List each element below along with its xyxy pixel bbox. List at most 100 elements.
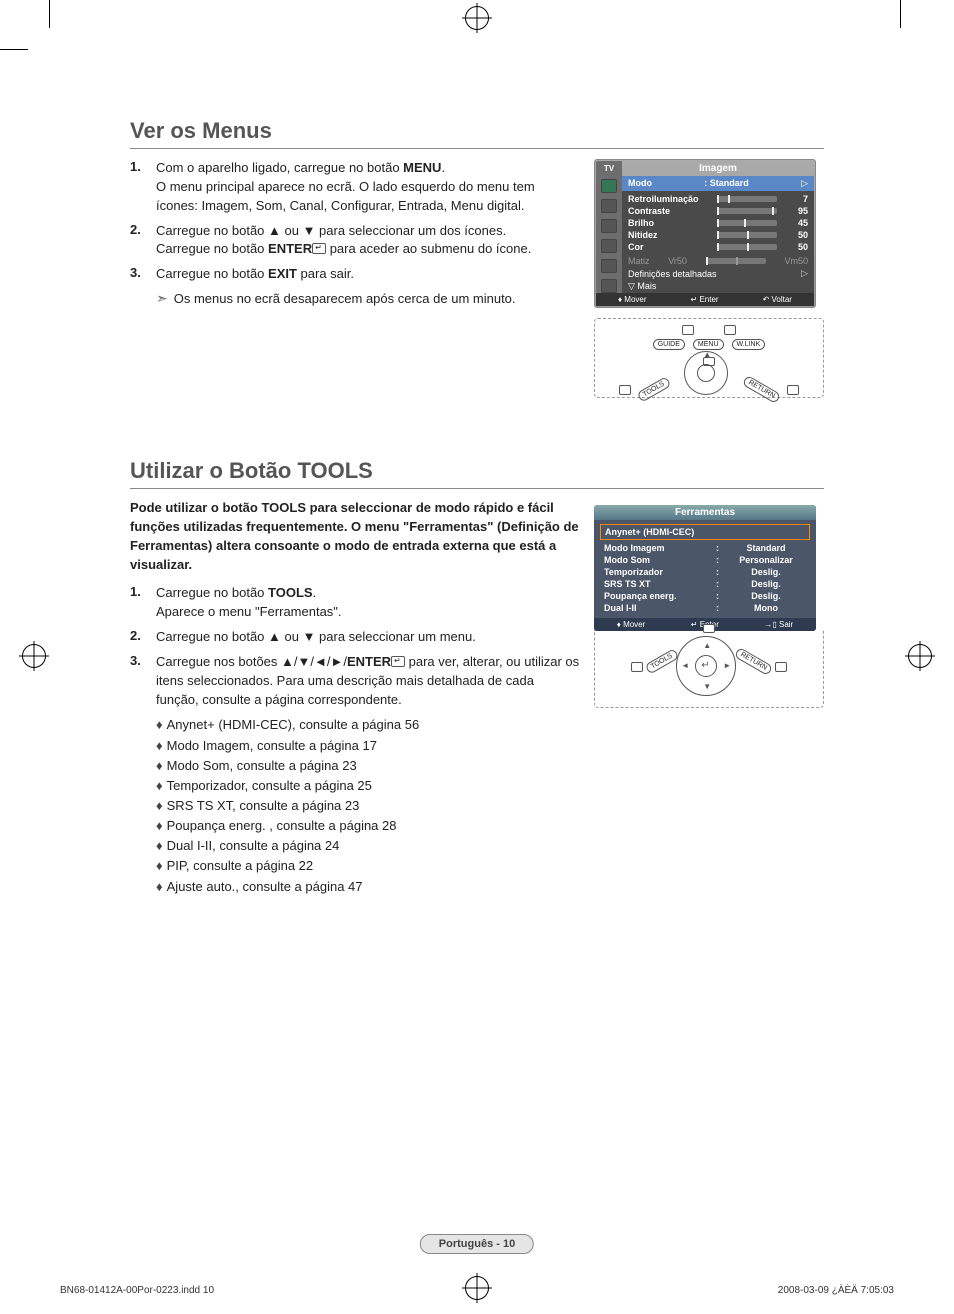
slider-icon [717,220,777,226]
remote-btn-icon [631,662,643,672]
crop-mark [49,0,50,28]
osd-col: Ferramentas Anynet+ (HDMI-CEC) Modo Imag… [594,499,824,897]
reference-list: ♦Anynet+ (HDMI-CEC), consulte a página 5… [156,715,580,896]
osd-tools-menu: Ferramentas Anynet+ (HDMI-CEC) Modo Imag… [594,505,816,631]
slider-matiz [706,258,766,264]
reference-item: ♦Anynet+ (HDMI-CEC), consulte a página 5… [156,715,580,735]
slider-icon [717,232,777,238]
more-label: ▽ Mais [628,281,656,292]
page-content: Ver os Menus 1.Com o aparelho ligado, ca… [130,118,824,1274]
slider-icon [717,208,777,214]
osd-slider-row: Contraste95 [622,205,814,217]
matiz-label: Matiz [628,256,650,266]
intro-text: Pode utilizar o botão TOOLS para selecci… [130,499,580,574]
registration-mark-icon [22,644,46,668]
return-button: RETURN [742,375,781,404]
foot-exit: →▯ Sair [764,620,793,629]
tools-button: TOOLS [644,648,679,674]
osd-title: Ferramentas [594,505,816,520]
osd-slider-row: Brilho45 [622,217,814,229]
return-button: RETURN [734,647,773,676]
diamond-icon: ♦ [156,838,163,853]
step-body: Carregue no botão TOOLS.Aparece o menu "… [156,584,342,622]
step-body: Carregue no botão ▲ ou ▼ para selecciona… [156,628,476,647]
footer-right: 2008-03-09 ¿ÀÈÄ 7:05:03 [778,1285,894,1296]
remote-btn-icon [787,385,799,395]
footer: BN68-01412A-00Por-0223.indd 10 2008-03-0… [60,1285,894,1296]
crop-mark [900,0,901,28]
note-icon: ➣ [156,290,168,309]
mode-value: : Standard [704,178,749,189]
tv-label: TV [604,164,614,173]
osd-tools-row: Modo Som:Personalizar [604,554,806,566]
nav-wheel-icon: ▲ [684,351,728,395]
footer-left: BN68-01412A-00Por-0223.indd 10 [60,1285,214,1296]
osd-tools-row: SRS TS XT:Deslig. [604,578,806,590]
diamond-icon: ♦ [156,858,163,873]
reference-item: ♦Poupança energ. , consulte a página 28 [156,816,580,836]
osd-tools-row: Temporizador:Deslig. [604,566,806,578]
osd-tools-row: Dual I-II:Mono [604,602,806,614]
step-body: Com o aparelho ligado, carregue no botão… [156,159,580,216]
remote-btn-icon [682,325,694,335]
sound-icon [601,199,617,213]
osd-col: TV Imagem Modo : Standard ▷ [594,159,824,398]
chevron-right-icon: ▷ [801,178,808,189]
reference-item: ♦Dual I-II, consulte a página 24 [156,836,580,856]
picture-icon [601,179,617,193]
diamond-icon: ♦ [156,738,163,753]
remote-btn-icon [619,385,631,395]
wlink-button: W.LINK [732,339,766,350]
reference-item: ♦Modo Som, consulte a página 23 [156,756,580,776]
step-number: 2. [130,222,156,260]
reference-item: ♦SRS TS XT, consulte a página 23 [156,796,580,816]
foot-move: ♦ Mover [618,295,647,304]
matiz-left: Vr50 [668,256,687,266]
step-body: Carregue no botão EXIT para sair. [156,265,354,284]
reference-item: ♦Temporizador, consulte a página 25 [156,776,580,796]
step-number: 3. [130,265,156,284]
osd-slider-row: Cor50 [622,241,814,253]
note-text: Os menus no ecrã desaparecem após cerca … [174,290,516,309]
crop-mark [0,49,28,50]
foot-enter: ↵ Enter [691,295,719,304]
remote-btn-icon [775,662,787,672]
guide-button: GUIDE [653,339,685,350]
registration-mark-icon [908,644,932,668]
foot-back: ↶ Voltar [763,295,792,304]
section-title: Utilizar o Botão TOOLS [130,458,824,489]
input-icon [601,259,617,273]
registration-mark-icon [465,6,489,30]
matiz-right: Vm50 [784,256,808,266]
remote-slot-icon [703,624,715,633]
diamond-icon: ♦ [156,818,163,833]
note-line: ➣ Os menus no ecrã desaparecem após cerc… [156,290,580,309]
reference-item: ♦Ajuste auto., consulte a página 47 [156,877,580,897]
digital-icon [601,279,617,293]
enter-icon [391,656,405,667]
slider-icon [717,244,777,250]
page-badge: Português - 10 [420,1234,534,1254]
step-number: 3. [130,653,156,710]
osd-slider-row: Retroiluminação7 [622,193,814,205]
section-title: Ver os Menus [130,118,824,149]
instructions-col: 1.Com o aparelho ligado, carregue no bot… [130,159,580,398]
reference-item: ♦PIP, consulte a página 22 [156,856,580,876]
osd-title: Imagem [622,161,814,176]
osd-tools-row: Poupança energ.:Deslig. [604,590,806,602]
diamond-icon: ♦ [156,879,163,894]
foot-move: ♦ Mover [617,620,646,629]
reference-item: ♦Modo Imagem, consulte a página 17 [156,736,580,756]
mode-label: Modo [628,178,652,189]
nav-wheel-icon: ▲ ▼ ◄ ► ↵ [676,636,736,696]
chevron-right-icon: ▷ [801,268,808,279]
step-body: Carregue nos botões ▲/▼/◄/►/ENTER para v… [156,653,580,710]
enter-icon [312,243,326,254]
slider-icon [717,196,777,202]
step-number: 1. [130,159,156,216]
osd-slider-row: Nitidez50 [622,229,814,241]
step-number: 1. [130,584,156,622]
remote-diagram: TOOLS ▲ ▼ ◄ ► ↵ RETURN [594,630,824,708]
remote-diagram: GUIDE MENU W.LINK TOOLS ▲ RETURN [594,318,824,398]
step-body: Carregue no botão ▲ ou ▼ para selecciona… [156,222,531,260]
